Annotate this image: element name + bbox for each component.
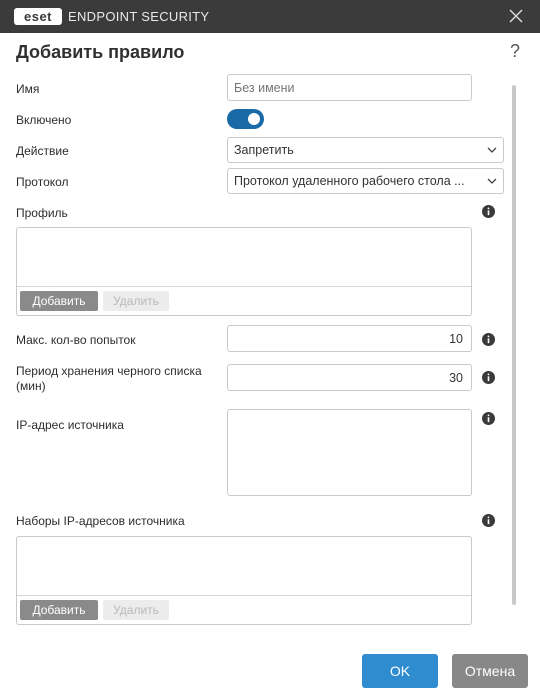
profile-list-toolbar: Добавить Удалить — [17, 286, 471, 315]
cancel-button[interactable]: Отмена — [452, 654, 528, 688]
name-label: Имя — [16, 82, 40, 96]
info-icon[interactable] — [482, 412, 495, 425]
ok-button[interactable]: OK — [362, 654, 438, 688]
protocol-label: Протокол — [16, 175, 69, 189]
title-bar: eset ENDPOINT SECURITY — [0, 0, 540, 33]
close-icon[interactable] — [506, 6, 526, 26]
source-ip-sets-list[interactable]: Добавить Удалить — [16, 536, 472, 625]
blacklist-period-input[interactable]: 30 — [227, 364, 472, 391]
profile-add-button[interactable]: Добавить — [20, 291, 98, 311]
chevron-down-icon — [487, 178, 497, 184]
info-icon[interactable] — [482, 514, 495, 527]
action-select[interactable]: Запретить — [227, 137, 504, 163]
profile-list[interactable]: Добавить Удалить — [16, 227, 472, 316]
product-name: ENDPOINT SECURITY — [68, 9, 210, 24]
name-input[interactable] — [227, 74, 472, 101]
ip-sets-delete-button: Удалить — [103, 600, 169, 620]
action-value: Запретить — [234, 143, 294, 157]
ip-sets-add-button[interactable]: Добавить — [20, 600, 98, 620]
dialog-title: Добавить правило — [16, 42, 185, 62]
source-ip-textarea[interactable] — [227, 409, 472, 496]
info-icon[interactable] — [482, 371, 495, 384]
max-attempts-label: Макс. кол-во попыток — [16, 333, 136, 347]
max-attempts-input[interactable]: 10 — [227, 325, 472, 352]
source-ip-label: IP-адрес источника — [16, 418, 124, 432]
help-icon[interactable]: ? — [510, 41, 520, 62]
profile-delete-button: Удалить — [103, 291, 169, 311]
protocol-value: Протокол удаленного рабочего стола ... — [234, 174, 465, 188]
source-ip-sets-toolbar: Добавить Удалить — [17, 595, 471, 624]
blacklist-period-label: Период хранения черного списка (мин) — [16, 364, 202, 393]
source-ip-sets-label: Наборы IP-адресов источника — [16, 514, 185, 528]
toggle-knob — [248, 113, 260, 125]
chevron-down-icon — [487, 147, 497, 153]
profile-label: Профиль — [16, 206, 68, 220]
enabled-toggle[interactable] — [227, 109, 264, 129]
enabled-label: Включено — [16, 113, 72, 127]
info-icon[interactable] — [482, 333, 495, 346]
scrollbar[interactable] — [512, 85, 516, 605]
protocol-select[interactable]: Протокол удаленного рабочего стола ... — [227, 168, 504, 194]
action-label: Действие — [16, 144, 69, 158]
info-icon[interactable] — [482, 205, 495, 218]
eset-logo: eset — [14, 8, 62, 25]
